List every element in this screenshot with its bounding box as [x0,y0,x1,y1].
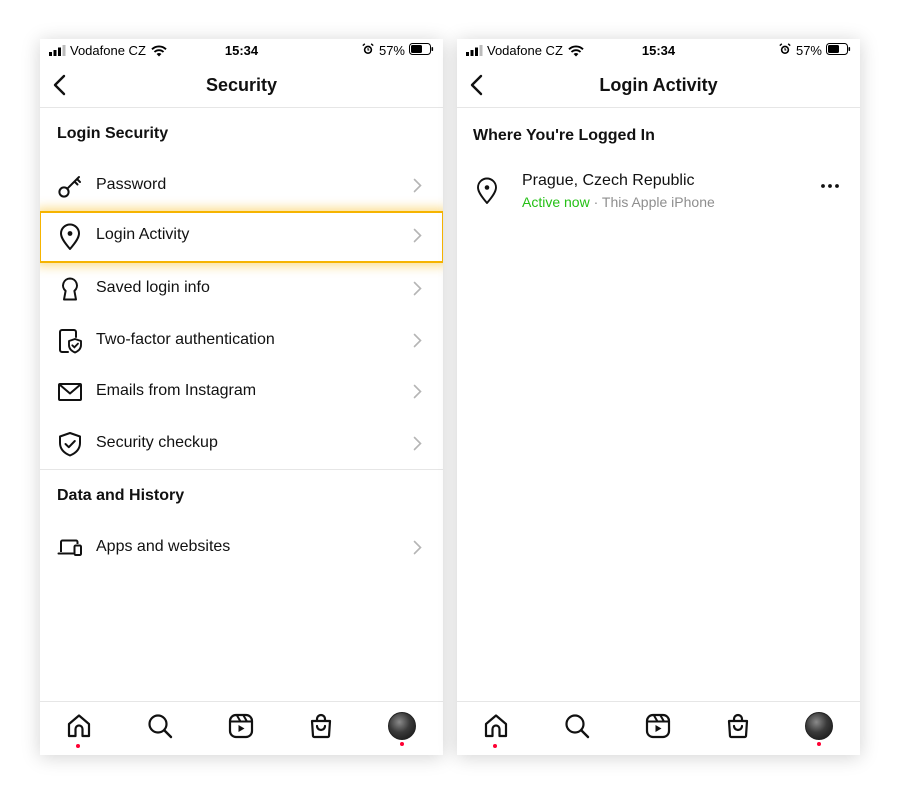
session-device: This Apple iPhone [601,194,715,210]
chevron-right-icon [413,281,422,296]
profile-avatar [805,712,833,740]
more-options-button[interactable] [820,176,840,188]
security-screen: Vodafone CZ 15:34 57% Security Login Sec… [40,39,443,755]
page-title: Security [205,75,278,95]
tab-reels[interactable] [227,712,257,742]
menu-item-emails-from-instagram[interactable]: Emails from Instagram [40,367,443,415]
menu-item-label: Saved login info [96,279,210,296]
battery-percent: 57% [378,43,405,58]
search-icon [148,714,173,739]
menu-item-saved-login-info[interactable]: Saved login info [40,264,443,312]
key-icon [57,173,83,199]
alarm-icon [362,43,374,58]
menu-item-label: Password [96,176,167,193]
tab-search[interactable] [146,712,176,742]
tab-bar [457,701,860,755]
home-icon [67,714,91,738]
session-status: Active now [522,194,590,210]
shop-icon [727,713,749,739]
tab-shop[interactable] [307,712,337,742]
phone-shield-icon [57,328,83,354]
section-data-and-history: Data and History [57,487,185,504]
notification-dot [76,744,80,748]
reels-icon [228,713,254,739]
status-bar: Vodafone CZ 15:34 57% [40,39,443,61]
location-pin-icon [475,177,499,210]
tab-home[interactable] [65,712,95,748]
keyhole-icon [57,276,83,302]
chevron-right-icon [413,333,422,348]
profile-avatar [388,712,416,740]
home-icon [484,714,508,738]
tab-reels[interactable] [644,712,674,742]
notification-dot [400,742,404,746]
menu-item-label: Apps and websites [96,538,231,555]
location-pin-icon [57,223,83,250]
chevron-right-icon [413,436,422,451]
menu-item-label: Emails from Instagram [96,382,257,399]
tab-profile[interactable] [388,712,418,746]
menu-item-password[interactable]: Password [40,161,443,209]
menu-item-label: Login Activity [96,226,190,243]
section-where-logged-in: Where You're Logged In [473,127,655,144]
session-item[interactable]: Prague, Czech Republic Active now · This… [457,167,860,217]
shop-icon [310,713,332,739]
notification-dot [817,742,821,746]
chevron-right-icon [413,228,422,243]
notification-dot [493,744,497,748]
battery-percent: 57% [795,43,822,58]
status-bar: Vodafone CZ 15:34 57% [457,39,860,61]
envelope-icon [57,379,83,405]
more-horizontal-icon [821,184,839,188]
chevron-right-icon [413,384,422,399]
section-login-security: Login Security [57,125,169,142]
nav-bar: Security [40,61,443,108]
session-details: Active now · This Apple iPhone [522,194,715,210]
tab-search[interactable] [563,712,593,742]
chevron-right-icon [413,540,422,555]
alarm-icon [779,43,791,58]
menu-item-two-factor-auth[interactable]: Two-factor authentication [40,316,443,364]
section-divider [40,469,443,470]
battery-icon [826,43,851,58]
battery-icon [409,43,434,58]
menu-item-label: Two-factor authentication [96,331,275,348]
nav-bar: Login Activity [457,61,860,108]
menu-item-label: Security checkup [96,434,218,451]
search-icon [565,714,590,739]
page-title: Login Activity [599,75,718,95]
tab-bar [40,701,443,755]
chevron-right-icon [413,178,422,193]
menu-item-login-activity[interactable]: Login Activity [40,211,443,263]
session-location: Prague, Czech Republic [522,172,695,189]
separator: · [589,194,602,210]
shield-check-icon [57,431,83,457]
tab-shop[interactable] [724,712,754,742]
menu-item-security-checkup[interactable]: Security checkup [40,419,443,467]
devices-icon [57,535,83,561]
reels-icon [645,713,671,739]
tab-profile[interactable] [805,712,835,746]
tab-home[interactable] [482,712,512,748]
login-activity-screen: Vodafone CZ 15:34 57% Login Activity Whe… [457,39,860,755]
menu-item-apps-and-websites[interactable]: Apps and websites [40,523,443,571]
